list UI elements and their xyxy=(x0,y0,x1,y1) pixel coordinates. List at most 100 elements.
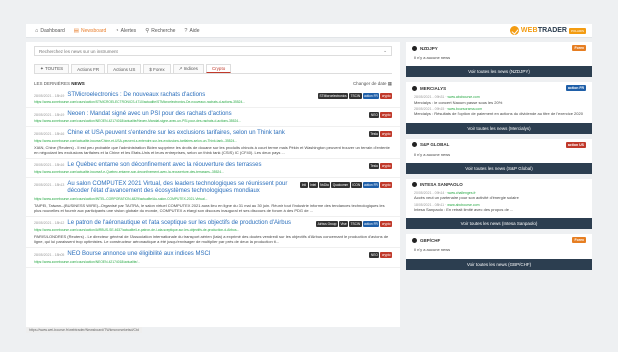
logo-badge: POLARIS xyxy=(568,27,586,34)
instrument-search[interactable]: Recherchez les news sur un instrument ⌄ xyxy=(34,46,392,56)
card-line: 18/05/2021 - 08h11 · www.abcbourse.com In… xyxy=(414,203,584,213)
nav-label: Newsboard xyxy=(81,27,107,34)
tag-badge[interactable]: action FR xyxy=(362,220,380,227)
card-body: Il n'y a aucune news xyxy=(406,151,592,163)
news-url[interactable]: https://www.zonebourse.com/actualite-bou… xyxy=(34,139,392,143)
card-line-text[interactable]: Mercialys : le concert Naoum passe sous … xyxy=(414,100,584,105)
card-line-text[interactable]: Accès veut un partenaire pour son activi… xyxy=(414,195,584,200)
logo-mark-icon xyxy=(509,26,519,35)
news-url[interactable]: https://www.zonebourse.com/cours/action/… xyxy=(34,100,392,104)
tag-badge[interactable]: crypto xyxy=(380,252,392,259)
tag-badge[interactable]: TSCIN xyxy=(349,93,362,99)
card-line-text[interactable]: Intesa Sanpaolo : En retrait limité avec… xyxy=(414,207,584,212)
news-body: TAIPEI, Taiwan--(BUSINESS WIRE)--Organis… xyxy=(34,202,385,213)
tag-badge[interactable]: ICON xyxy=(350,182,362,189)
news-title-link[interactable]: STMicroelectronics : De nouveaux rachats… xyxy=(67,92,315,99)
tab-2[interactable]: Actions US xyxy=(107,64,142,73)
tag-badge[interactable]: Tesla xyxy=(368,131,380,138)
news-url[interactable]: https://www.zonebourse.com/cours/action/… xyxy=(34,260,392,264)
nav-aide-icon: ? xyxy=(184,27,188,34)
nav-alertes-icon: ◔ xyxy=(115,27,119,34)
card-title: MERCIALYS xyxy=(412,85,446,91)
tag-badge[interactable]: NEO xyxy=(369,112,380,119)
card-line-text[interactable]: Mercialys : Résultats de l'option de pai… xyxy=(414,111,584,116)
news-title-link[interactable]: Le patron de l'aéronautique et l'ata sce… xyxy=(67,220,313,227)
tag-badge[interactable]: STMicroelectronics xyxy=(318,93,349,99)
see-all-news-button[interactable]: Voir toutes les news (Intesa Sanpaolo) xyxy=(406,218,592,230)
news-item: 28/05/2021 - 18h19 Neoen : Mandat signé a… xyxy=(26,108,400,128)
tag-badge[interactable]: Intl xyxy=(300,182,308,189)
news-title-link[interactable]: Le Québec entame son déconfinement avec … xyxy=(67,162,365,169)
news-body: PARIS/LONDRES (Reuters) - Le directeur g… xyxy=(34,234,389,245)
tag-badge[interactable]: crypto xyxy=(380,182,392,189)
chevron-down-icon[interactable]: ⌄ xyxy=(383,48,387,54)
tag-badge[interactable]: Tesla xyxy=(368,162,380,169)
change-date-button[interactable]: Changer de date ▦ xyxy=(353,81,392,87)
calendar-icon: ▦ xyxy=(387,81,392,86)
news-badges: NEO crypto xyxy=(369,251,392,259)
news-title-link[interactable]: Neoen : Mandat signé avec un PSI pour de… xyxy=(67,111,366,118)
see-all-news-button[interactable]: Voir toutes les news (S&P Global) xyxy=(406,162,592,174)
card-line: 28/05/2021 - 09h15 · www.boursorama.com M… xyxy=(414,107,584,117)
card-line-source[interactable]: www.challenges.fr xyxy=(447,191,475,195)
card-line-text: Il n'y a aucune news xyxy=(414,55,451,60)
card-body: Il n'y a aucune news xyxy=(406,246,592,258)
watch-card: S&P GLOBAL action US Il n'y a aucune news V… xyxy=(406,138,592,174)
news-url[interactable]: https://www.zonebourse.com/actualite-bou… xyxy=(34,170,392,174)
card-line: 20/05/2021 - 09h14 · www.challenges.fr Ac… xyxy=(414,191,584,201)
see-all-news-button[interactable]: Voir toutes les news (Mercialys) xyxy=(406,122,592,134)
news-title-link[interactable]: NEO Bourse annonce une éligibilité aux i… xyxy=(67,251,366,258)
see-all-news-button[interactable]: Voir toutes les news (NZDJPY) xyxy=(406,66,592,78)
see-all-news-button[interactable]: Voir toutes les news (GBP/CHF) xyxy=(406,258,592,270)
tag-badge[interactable]: NEO xyxy=(369,252,380,259)
nav-dashboard[interactable]: ⌂ Dashboard xyxy=(35,28,65,34)
webtrader-logo[interactable]: WEB TRADER POLARIS xyxy=(509,26,586,35)
watch-card: GBP/CHF Forex Il n'y a aucune news Voir tou… xyxy=(406,234,592,270)
card-line-source[interactable]: www.boursorama.com xyxy=(447,107,482,111)
card-line-source[interactable]: www.abcbourse.com xyxy=(447,203,479,207)
tag-badge[interactable]: NvDia xyxy=(318,182,331,189)
news-title-link[interactable]: Au salon COMPUTEX 2021 Virtual, des lead… xyxy=(67,181,297,195)
instrument-icon xyxy=(412,181,417,187)
tag-badge[interactable]: TSCIN xyxy=(349,220,362,227)
nav-newsboard-icon: ▤ xyxy=(73,27,79,34)
tag-badge[interactable]: Airbus Group xyxy=(316,220,338,227)
news-url[interactable]: https://www.zonebourse.com/cours/action/… xyxy=(34,197,392,201)
card-line-text: Il n'y a aucune news xyxy=(414,151,451,157)
tag-badge[interactable]: crypto xyxy=(380,162,392,169)
nav-alertes[interactable]: ◔ Alertes xyxy=(115,28,136,34)
list-title: LES DERNIÈRES NEWS xyxy=(34,81,85,86)
news-title-link[interactable]: Chine et USA peuvent s'entendre sur les … xyxy=(67,130,365,137)
tag-badge[interactable]: action FR xyxy=(362,93,380,99)
tab-4[interactable]: ↗ Indices xyxy=(172,64,204,73)
tab-0[interactable]: ✦ TOUTES xyxy=(34,64,70,73)
tag-badge[interactable]: crypto xyxy=(380,131,392,138)
card-body: 28/05/2021 - 09h31 · www.abcbourse.com Me… xyxy=(406,94,592,122)
list-header: LES DERNIÈRES NEWS Changer de date ▦ xyxy=(34,81,392,87)
tag-badge[interactable]: crypto xyxy=(380,112,392,119)
nav-aide[interactable]: ? Aide xyxy=(184,28,199,34)
tag-badge[interactable]: Qualcomm xyxy=(331,182,350,189)
card-header: S&P GLOBAL action US xyxy=(406,139,592,151)
instrument-icon xyxy=(412,45,417,51)
tab-5[interactable]: Crypto xyxy=(205,64,232,73)
logo-part1: WEB xyxy=(520,27,538,34)
tag-badge[interactable]: crypto xyxy=(380,93,392,99)
tag-badge[interactable]: Vise xyxy=(338,220,349,227)
news-item: 28/05/2021 - 18h19 STMicroelectronics : D… xyxy=(26,89,400,109)
nav-newsboard[interactable]: ▤ Newsboard xyxy=(74,28,107,34)
tag-badge[interactable]: crypto xyxy=(380,220,392,227)
news-url[interactable]: https://www.zonebourse.com/cours/action/… xyxy=(34,228,392,232)
tab-3[interactable]: $ Forex xyxy=(143,64,171,73)
news-time: 28/05/2021 - 18h19 xyxy=(34,112,65,117)
tab-1[interactable]: Actions FR xyxy=(71,64,106,73)
card-title: GBP/CHF xyxy=(412,237,440,243)
news-url[interactable]: https://www.zonebourse.com/cours/action/… xyxy=(34,119,392,123)
tag-badge[interactable]: Intel xyxy=(308,182,318,189)
nav-recherche[interactable]: ⚲ Recherche xyxy=(145,28,175,34)
search-placeholder: Recherchez les news sur un instrument xyxy=(39,48,118,54)
tag-badge[interactable]: action FR xyxy=(362,182,380,189)
card-body: Il n'y a aucune news xyxy=(406,54,592,66)
card-line-source[interactable]: www.abcbourse.com xyxy=(447,95,479,99)
news-list: 28/05/2021 - 18h19 STMicroelectronics : D… xyxy=(26,89,400,268)
